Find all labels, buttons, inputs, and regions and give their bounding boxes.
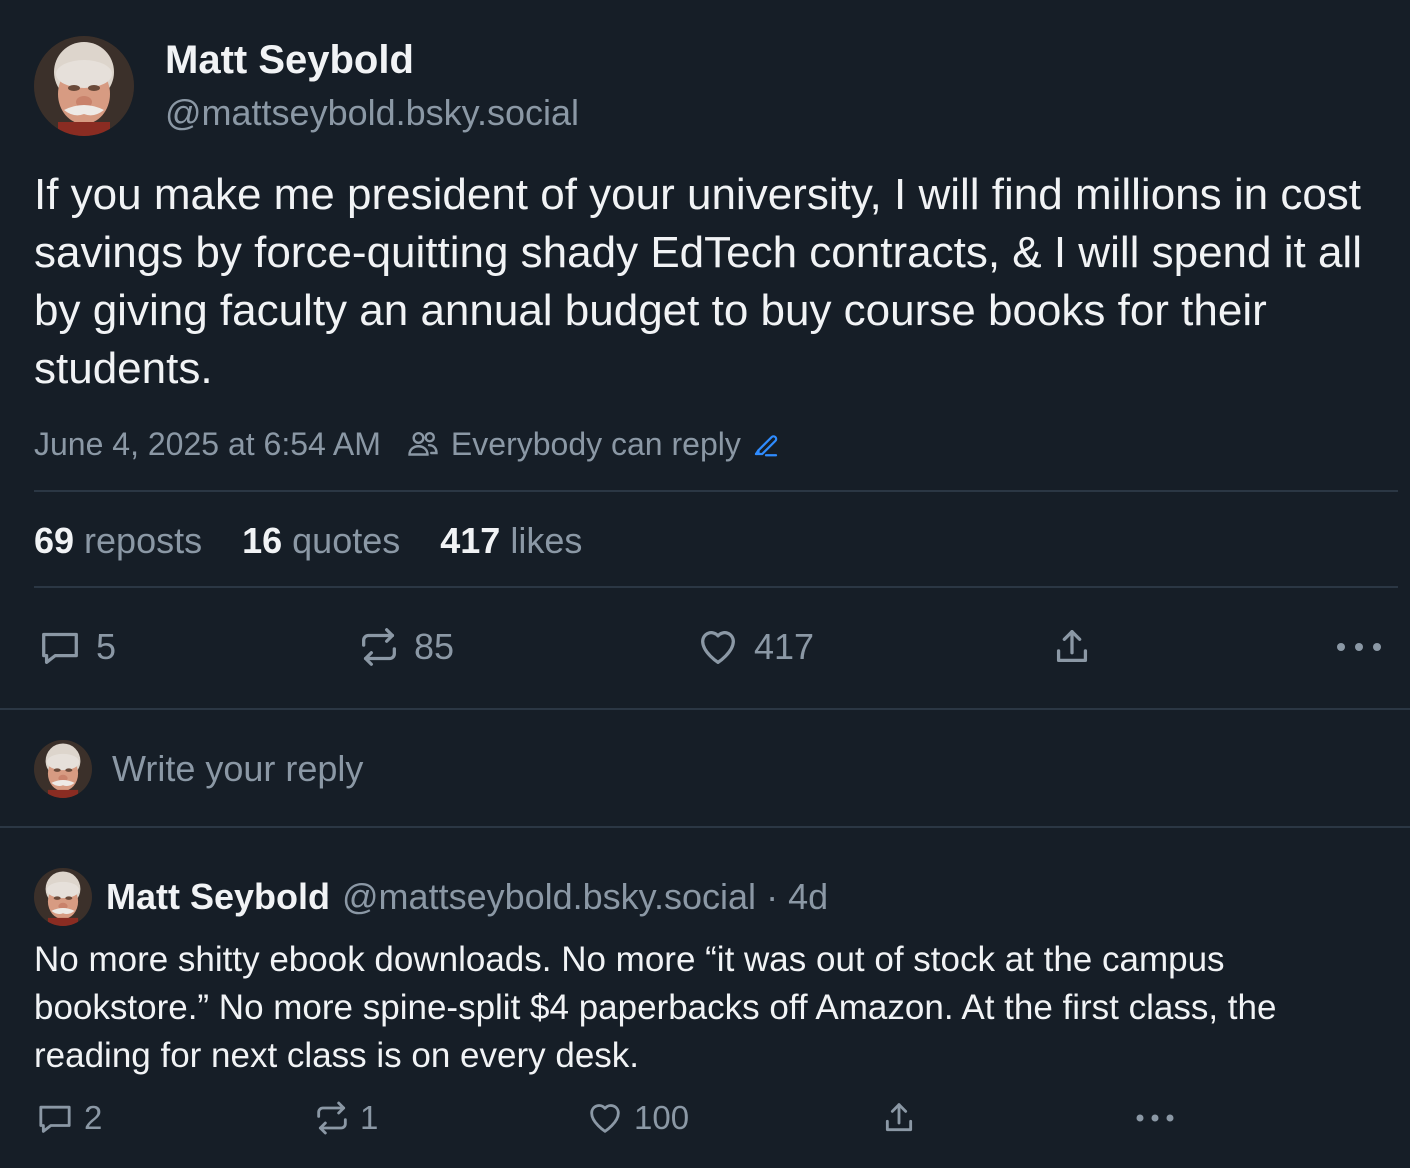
divider bbox=[34, 490, 1398, 492]
share-button[interactable] bbox=[1048, 624, 1096, 670]
likes-label: likes bbox=[510, 520, 583, 561]
pencil-icon[interactable] bbox=[751, 429, 781, 459]
heart-icon bbox=[584, 1098, 626, 1138]
reply-reply-count: 2 bbox=[84, 1099, 103, 1136]
people-icon bbox=[405, 426, 441, 462]
separator-dot: · bbox=[766, 876, 779, 917]
composer-avatar bbox=[34, 740, 92, 798]
reply-repost-count: 1 bbox=[360, 1099, 379, 1136]
reply-header: Matt Seybold @mattseybold.bsky.social · … bbox=[106, 876, 828, 920]
repost-icon bbox=[312, 1098, 352, 1138]
reply-author-handle[interactable]: @mattseybold.bsky.social bbox=[342, 876, 756, 918]
repost-count: 85 bbox=[414, 626, 455, 667]
repost-button[interactable]: 85 bbox=[356, 624, 454, 670]
reply-bubble-icon bbox=[34, 1098, 76, 1138]
divider bbox=[0, 826, 1410, 828]
reply-author-avatar[interactable] bbox=[34, 868, 92, 926]
reposts-label: reposts bbox=[84, 520, 203, 561]
reposts-stat[interactable]: 69 reposts bbox=[34, 520, 202, 562]
post-stats: 69 reposts 16 quotes 417 likes bbox=[34, 518, 622, 564]
author-name[interactable]: Matt Seybold bbox=[165, 38, 414, 83]
reply-repost-button[interactable]: 1 bbox=[312, 1098, 378, 1138]
like-count: 417 bbox=[754, 626, 815, 667]
reply-more-options-button[interactable] bbox=[1134, 1104, 1176, 1132]
likes-stat[interactable]: 417 likes bbox=[440, 520, 582, 562]
divider bbox=[34, 586, 1398, 588]
reply-like-count: 100 bbox=[634, 1099, 690, 1136]
reply-share-button[interactable] bbox=[878, 1098, 920, 1138]
more-dots-icon bbox=[1134, 1104, 1176, 1132]
reply-like-button[interactable]: 100 bbox=[584, 1098, 689, 1138]
author-avatar[interactable] bbox=[34, 36, 134, 136]
reply-composer-input[interactable]: Write your reply bbox=[112, 748, 363, 790]
reply-reply-button[interactable]: 2 bbox=[34, 1098, 102, 1138]
share-icon bbox=[878, 1098, 920, 1138]
like-button[interactable]: 417 bbox=[694, 624, 814, 670]
reply-setting-label[interactable]: Everybody can reply bbox=[451, 426, 741, 463]
reply-time[interactable]: 4d bbox=[788, 876, 828, 918]
likes-count: 417 bbox=[440, 520, 501, 561]
heart-icon bbox=[694, 624, 742, 670]
post-timestamp[interactable]: June 4, 2025 at 6:54 AM bbox=[34, 426, 381, 463]
reply-bubble-icon bbox=[36, 624, 84, 670]
repost-icon bbox=[356, 624, 402, 670]
author-handle[interactable]: @mattseybold.bsky.social bbox=[165, 92, 579, 134]
reply-author-name[interactable]: Matt Seybold bbox=[106, 876, 330, 918]
reposts-count: 69 bbox=[34, 520, 75, 561]
share-icon bbox=[1048, 624, 1096, 670]
reply-count: 5 bbox=[96, 626, 117, 667]
reply-button[interactable]: 5 bbox=[36, 624, 116, 670]
more-dots-icon bbox=[1334, 630, 1384, 664]
quotes-count: 16 bbox=[242, 520, 283, 561]
post-text: If you make me president of your univers… bbox=[34, 170, 1362, 393]
divider bbox=[0, 708, 1410, 710]
quotes-stat[interactable]: 16 quotes bbox=[242, 520, 400, 562]
post-meta: June 4, 2025 at 6:54 AM Everybody can re… bbox=[34, 424, 781, 464]
quotes-label: quotes bbox=[292, 520, 401, 561]
reply-text: No more shitty ebook downloads. No more … bbox=[34, 940, 1277, 1075]
more-options-button[interactable] bbox=[1334, 630, 1384, 664]
